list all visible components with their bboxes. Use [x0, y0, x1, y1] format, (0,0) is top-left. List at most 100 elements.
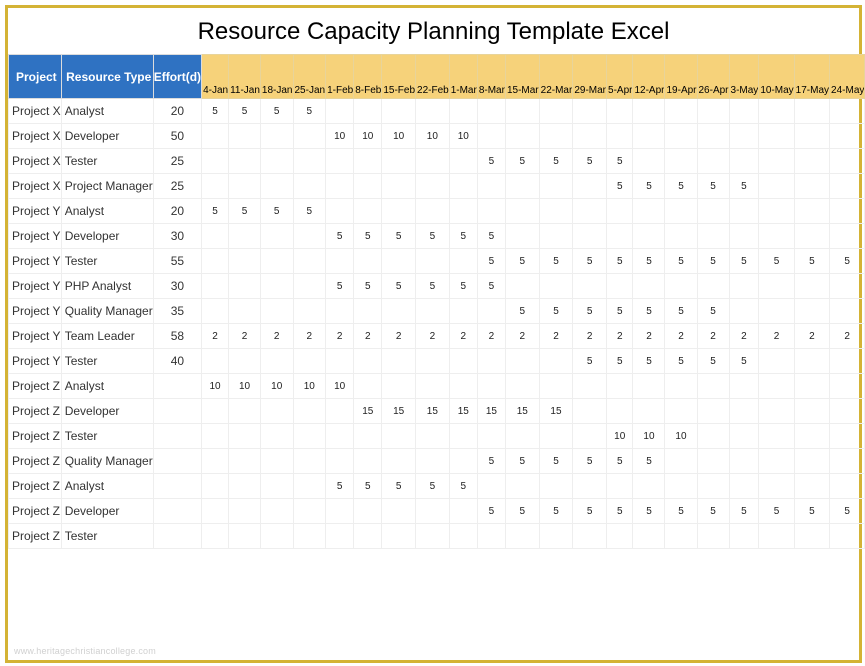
cell-allocation[interactable]: 5: [633, 249, 665, 274]
cell-allocation[interactable]: [665, 474, 697, 499]
cell-allocation[interactable]: 15: [449, 399, 477, 424]
cell-allocation[interactable]: 5: [633, 499, 665, 524]
cell-allocation[interactable]: [633, 99, 665, 124]
cell-allocation[interactable]: [633, 524, 665, 549]
cell-allocation[interactable]: 5: [794, 249, 829, 274]
cell-allocation[interactable]: [229, 224, 261, 249]
cell-allocation[interactable]: [326, 424, 354, 449]
cell-allocation[interactable]: 5: [759, 249, 794, 274]
cell-allocation[interactable]: [505, 124, 539, 149]
cell-allocation[interactable]: [326, 149, 354, 174]
cell-allocation[interactable]: [202, 274, 229, 299]
cell-allocation[interactable]: [505, 524, 539, 549]
cell-allocation[interactable]: [293, 499, 326, 524]
cell-allocation[interactable]: [505, 99, 539, 124]
cell-project[interactable]: Project Z: [9, 524, 62, 549]
cell-allocation[interactable]: 10: [326, 124, 354, 149]
cell-allocation[interactable]: [830, 424, 865, 449]
cell-allocation[interactable]: [293, 149, 326, 174]
cell-allocation[interactable]: 5: [260, 199, 293, 224]
cell-allocation[interactable]: [293, 174, 326, 199]
cell-allocation[interactable]: 5: [449, 224, 477, 249]
cell-allocation[interactable]: 5: [354, 224, 382, 249]
cell-allocation[interactable]: [573, 524, 607, 549]
cell-allocation[interactable]: [759, 299, 794, 324]
cell-allocation[interactable]: [505, 174, 539, 199]
cell-allocation[interactable]: 5: [729, 249, 759, 274]
cell-allocation[interactable]: [416, 299, 450, 324]
cell-allocation[interactable]: [449, 349, 477, 374]
cell-allocation[interactable]: [759, 449, 794, 474]
cell-resource-type[interactable]: Developer: [61, 124, 153, 149]
cell-allocation[interactable]: [794, 99, 829, 124]
cell-allocation[interactable]: [326, 499, 354, 524]
cell-resource-type[interactable]: Team Leader: [61, 324, 153, 349]
cell-allocation[interactable]: [607, 124, 633, 149]
cell-allocation[interactable]: 5: [794, 499, 829, 524]
cell-allocation[interactable]: [830, 199, 865, 224]
cell-resource-type[interactable]: Developer: [61, 224, 153, 249]
cell-allocation[interactable]: [477, 124, 505, 149]
cell-allocation[interactable]: [729, 124, 759, 149]
cell-allocation[interactable]: [229, 449, 261, 474]
cell-allocation[interactable]: [416, 99, 450, 124]
cell-allocation[interactable]: [382, 374, 416, 399]
cell-allocation[interactable]: [607, 99, 633, 124]
cell-allocation[interactable]: 5: [573, 299, 607, 324]
cell-allocation[interactable]: [229, 424, 261, 449]
cell-allocation[interactable]: [229, 174, 261, 199]
cell-allocation[interactable]: 2: [794, 324, 829, 349]
cell-allocation[interactable]: 5: [633, 449, 665, 474]
cell-allocation[interactable]: [260, 499, 293, 524]
cell-allocation[interactable]: [665, 149, 697, 174]
cell-allocation[interactable]: 5: [697, 299, 729, 324]
cell-allocation[interactable]: [354, 299, 382, 324]
cell-allocation[interactable]: [729, 399, 759, 424]
cell-allocation[interactable]: [633, 399, 665, 424]
cell-allocation[interactable]: 5: [830, 499, 865, 524]
cell-allocation[interactable]: [382, 299, 416, 324]
cell-allocation[interactable]: 5: [505, 149, 539, 174]
cell-allocation[interactable]: [416, 249, 450, 274]
cell-allocation[interactable]: [794, 349, 829, 374]
cell-allocation[interactable]: [573, 99, 607, 124]
cell-allocation[interactable]: [477, 474, 505, 499]
cell-allocation[interactable]: [382, 249, 416, 274]
cell-allocation[interactable]: [354, 199, 382, 224]
cell-allocation[interactable]: [326, 249, 354, 274]
cell-allocation[interactable]: 5: [477, 149, 505, 174]
cell-allocation[interactable]: [759, 274, 794, 299]
cell-allocation[interactable]: [794, 299, 829, 324]
cell-allocation[interactable]: [202, 174, 229, 199]
cell-allocation[interactable]: 5: [449, 274, 477, 299]
cell-allocation[interactable]: [665, 99, 697, 124]
cell-allocation[interactable]: [326, 399, 354, 424]
cell-allocation[interactable]: [260, 449, 293, 474]
cell-allocation[interactable]: [759, 224, 794, 249]
cell-allocation[interactable]: 15: [416, 399, 450, 424]
cell-allocation[interactable]: 5: [382, 274, 416, 299]
cell-allocation[interactable]: [449, 99, 477, 124]
cell-allocation[interactable]: [202, 299, 229, 324]
cell-resource-type[interactable]: Developer: [61, 399, 153, 424]
cell-project[interactable]: Project Z: [9, 474, 62, 499]
cell-allocation[interactable]: [607, 274, 633, 299]
cell-allocation[interactable]: [729, 299, 759, 324]
cell-project[interactable]: Project X: [9, 174, 62, 199]
cell-allocation[interactable]: [260, 349, 293, 374]
cell-allocation[interactable]: 5: [477, 249, 505, 274]
cell-allocation[interactable]: [697, 124, 729, 149]
cell-allocation[interactable]: 5: [573, 149, 607, 174]
cell-allocation[interactable]: [759, 399, 794, 424]
cell-allocation[interactable]: [293, 124, 326, 149]
cell-allocation[interactable]: [229, 499, 261, 524]
cell-allocation[interactable]: 2: [449, 324, 477, 349]
cell-allocation[interactable]: 5: [573, 249, 607, 274]
cell-allocation[interactable]: 5: [382, 224, 416, 249]
cell-allocation[interactable]: [354, 174, 382, 199]
cell-allocation[interactable]: [477, 524, 505, 549]
cell-allocation[interactable]: [260, 299, 293, 324]
cell-allocation[interactable]: [293, 449, 326, 474]
cell-allocation[interactable]: [202, 449, 229, 474]
cell-allocation[interactable]: [539, 224, 573, 249]
